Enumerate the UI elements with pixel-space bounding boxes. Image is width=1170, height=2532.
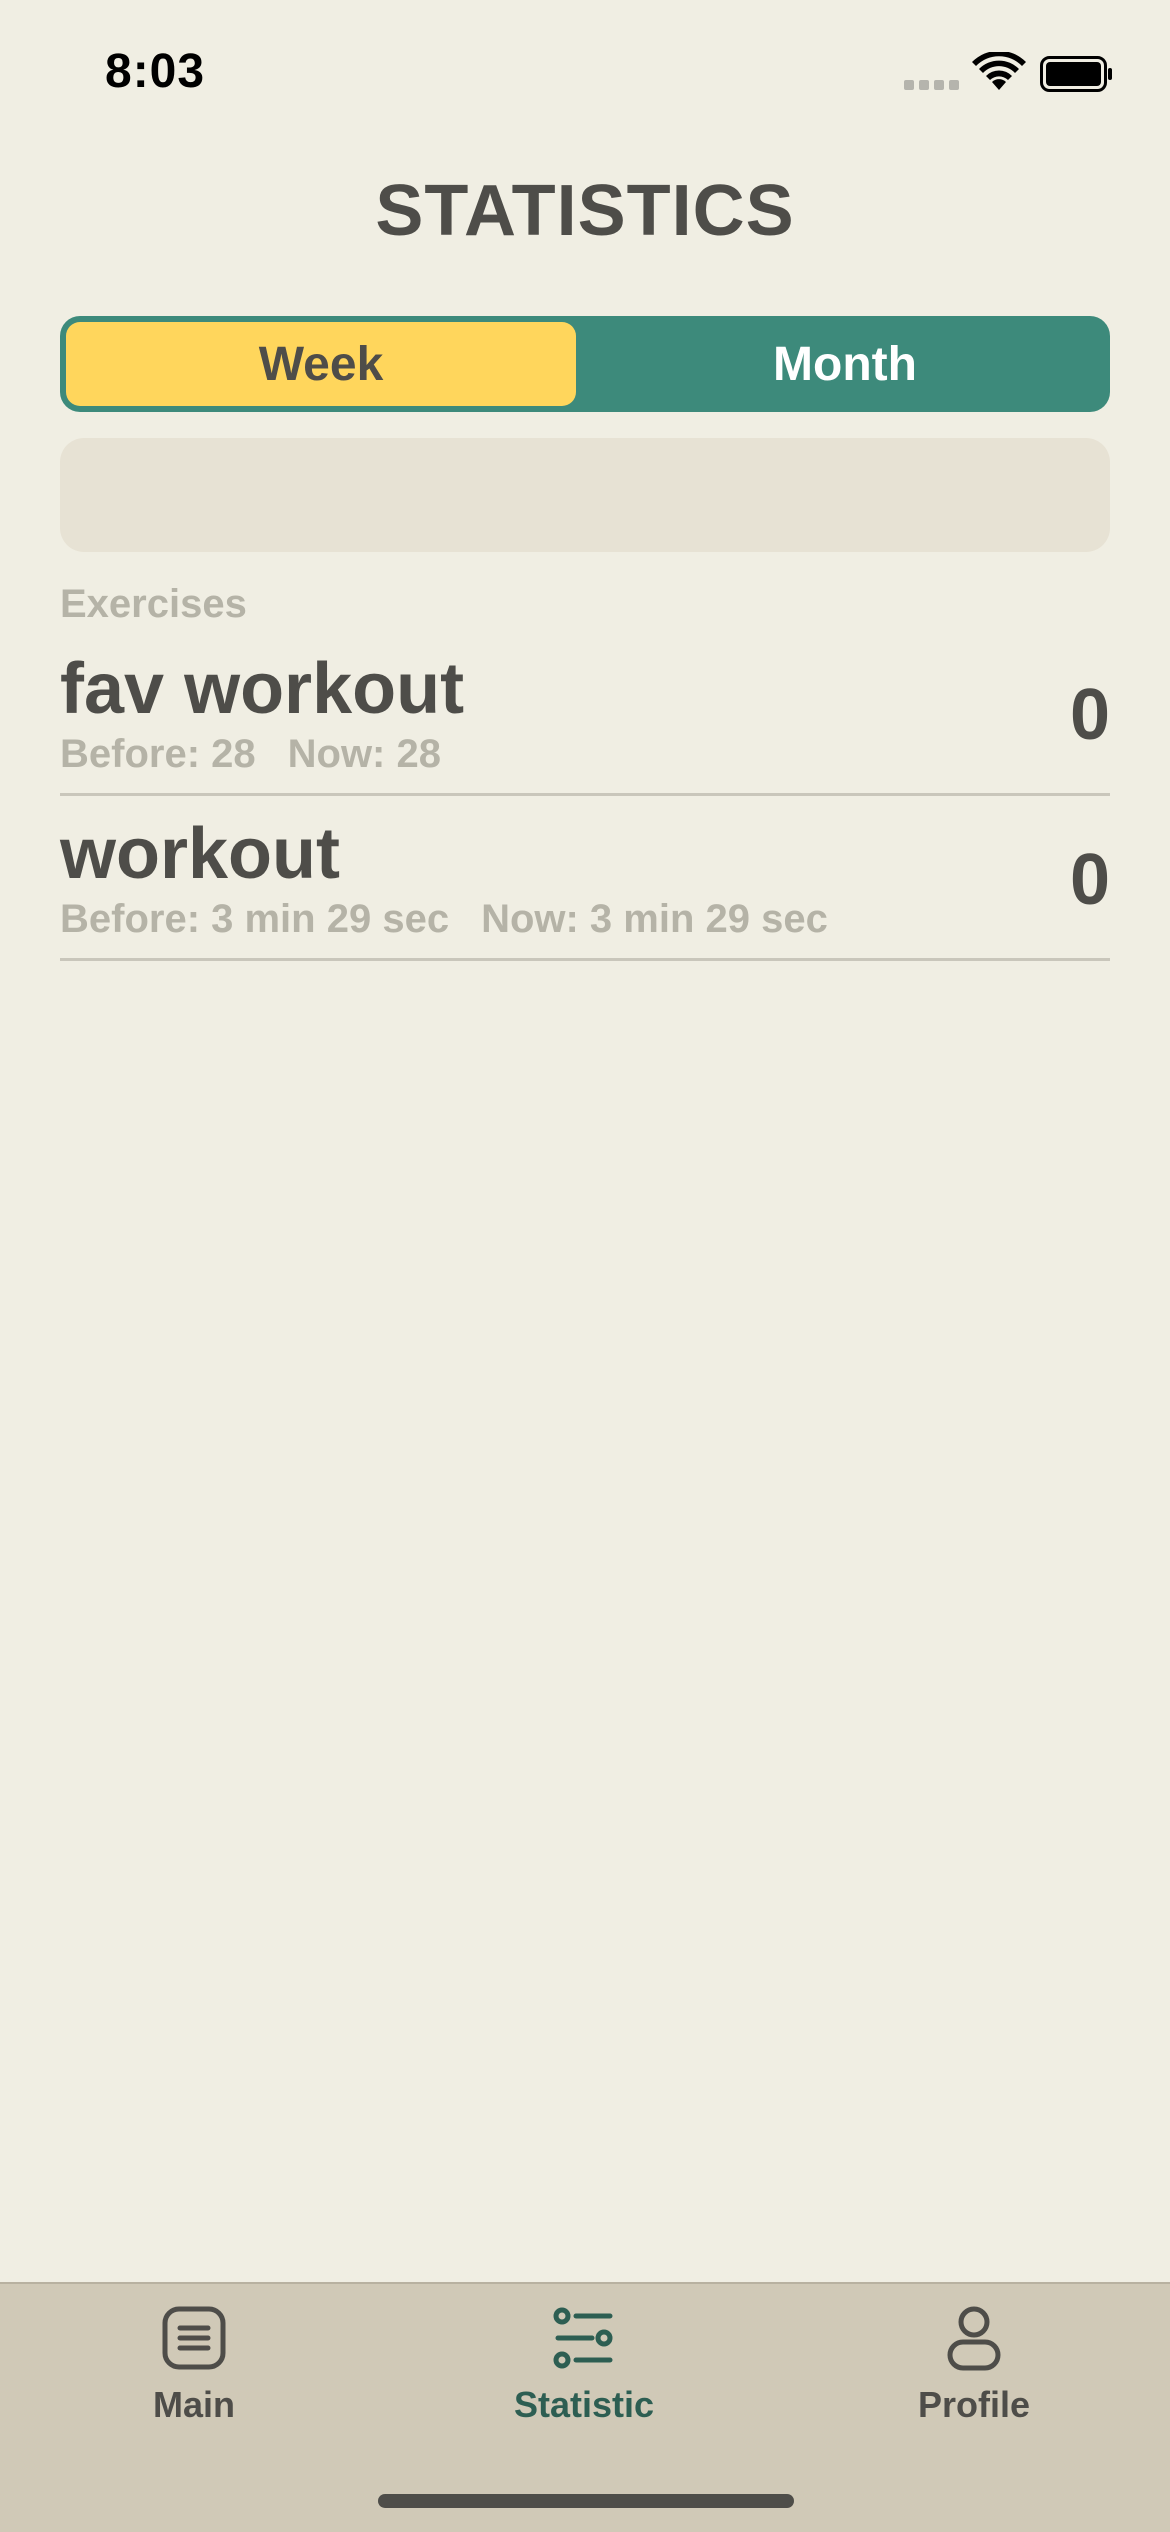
exercise-row[interactable]: workout Before: 3 min 29 sec Now: 3 min … — [60, 797, 1110, 961]
list-icon — [162, 2306, 226, 2370]
exercise-count: 0 — [1069, 840, 1110, 920]
exercise-before: Before: 28 — [60, 732, 256, 776]
sliders-icon — [553, 2307, 613, 2369]
tab-profile-label: Profile — [917, 2384, 1031, 2425]
exercise-count: 0 — [1069, 675, 1110, 755]
summary-panel — [60, 438, 1110, 552]
wifi-icon — [972, 52, 1026, 90]
exercise-name: fav workout — [60, 649, 465, 729]
exercise-name: workout — [60, 814, 340, 894]
exercise-now: Now: 28 — [287, 732, 441, 776]
period-toggle: Week Month — [60, 316, 1110, 412]
home-indicator[interactable] — [378, 2494, 794, 2508]
tab-bar: Main Statistic Profile — [0, 2282, 1170, 2532]
signal-icon — [904, 80, 959, 90]
battery-icon — [1040, 56, 1112, 92]
tab-statistic[interactable]: Statistic — [434, 2302, 734, 2462]
tab-profile[interactable]: Profile — [824, 2302, 1124, 2462]
status-bar: 8:03 — [0, 0, 1170, 150]
week-toggle-button[interactable]: Week — [66, 322, 576, 406]
tab-statistic-label: Statistic — [513, 2384, 655, 2425]
exercise-row[interactable]: fav workout Before: 28 Now: 28 0 — [60, 632, 1110, 796]
month-toggle-button[interactable]: Month — [585, 322, 1105, 406]
exercise-now: Now: 3 min 29 sec — [481, 897, 828, 941]
exercise-before: Before: 3 min 29 sec — [60, 897, 450, 941]
person-icon — [947, 2306, 1001, 2371]
exercise-stats: Before: 28 Now: 28 — [60, 732, 441, 777]
tab-main[interactable]: Main — [44, 2302, 344, 2462]
page-title: STATISTICS — [375, 171, 795, 251]
status-time: 8:03 — [105, 45, 206, 98]
exercise-stats: Before: 3 min 29 sec Now: 3 min 29 sec — [60, 897, 828, 942]
tab-main-label: Main — [152, 2384, 235, 2425]
exercises-section-label: Exercises — [60, 582, 247, 626]
